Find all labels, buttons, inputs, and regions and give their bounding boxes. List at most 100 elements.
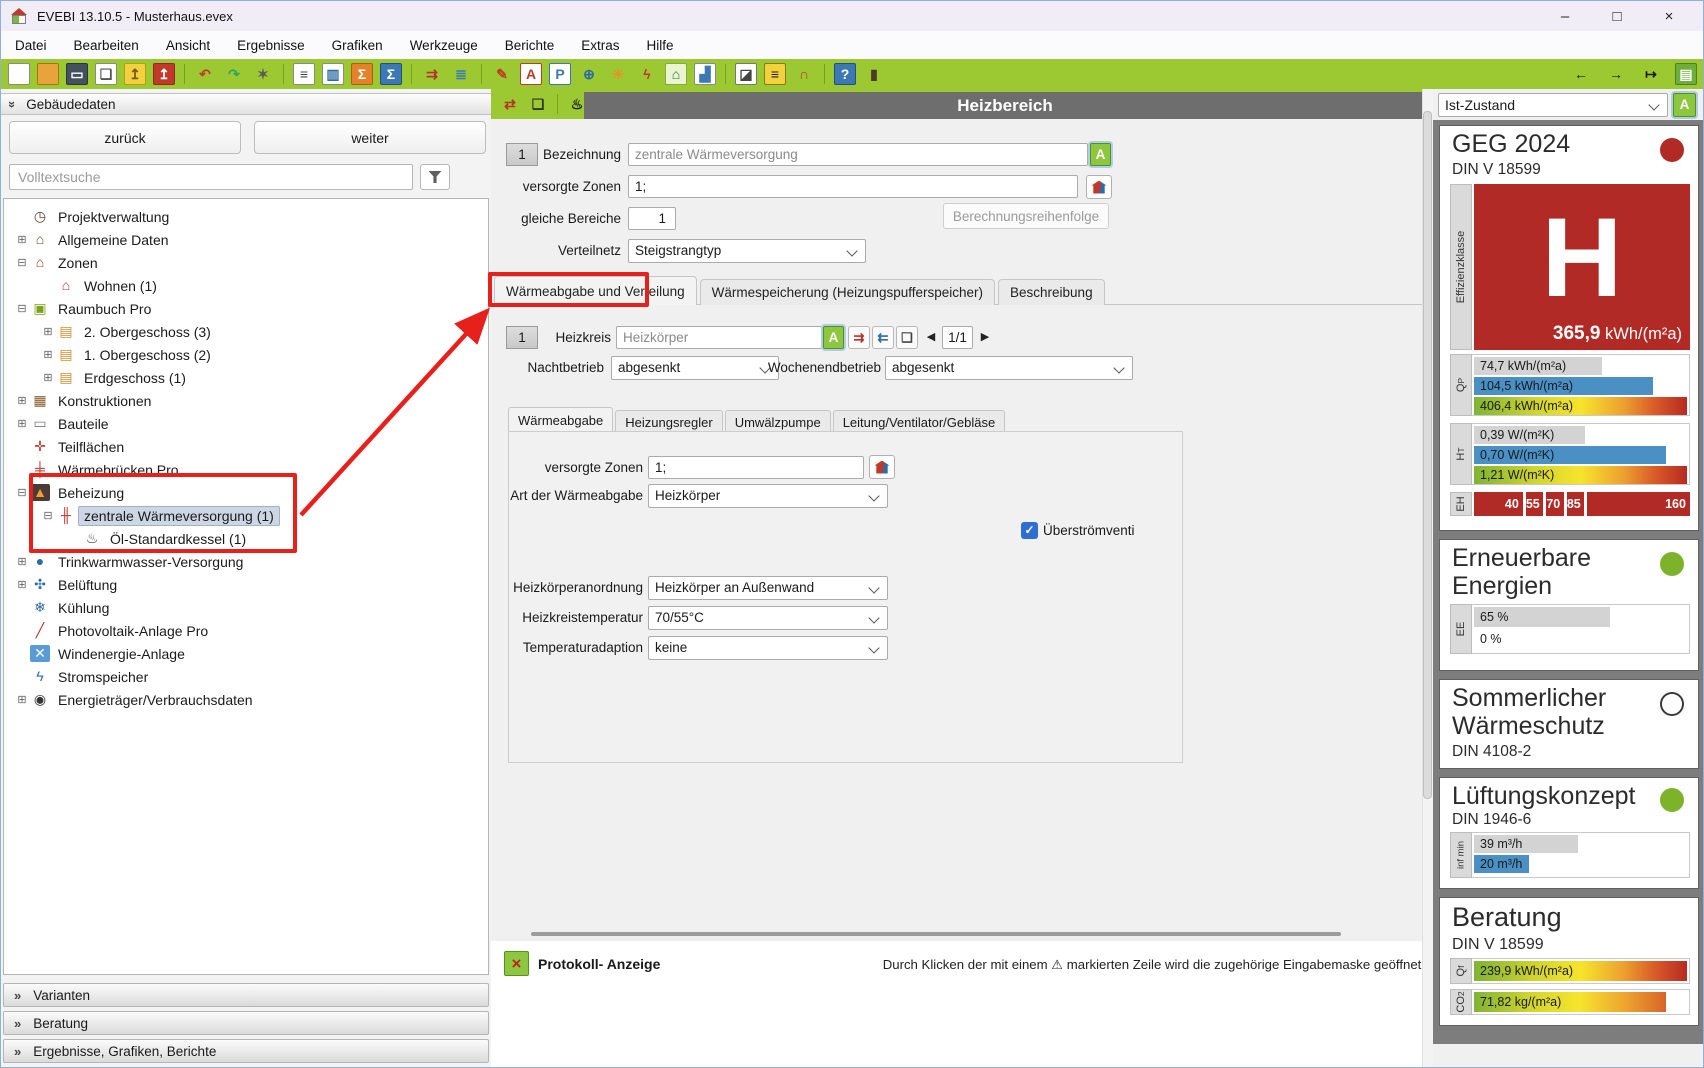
tab[interactable]: Beschreibung: [998, 279, 1105, 305]
tree-expander-icon[interactable]: ⊞: [40, 348, 56, 361]
sun-icon[interactable]: ☀: [607, 63, 629, 85]
tree-item-label[interactable]: Windenergie-Anlage: [52, 644, 191, 664]
menu-item[interactable]: Grafiken: [332, 38, 383, 53]
open-folder-icon[interactable]: [37, 63, 59, 85]
ueberstroemventil-checkbox[interactable]: ✓: [1021, 522, 1038, 539]
collapsed-panel[interactable]: » Varianten: [3, 983, 489, 1007]
tree-item[interactable]: ⊟ ▲ Beheizung: [4, 481, 488, 504]
filter-button[interactable]: [420, 164, 450, 190]
globe-icon[interactable]: ⊕: [578, 63, 600, 85]
separator[interactable]: [824, 64, 825, 84]
tree-item[interactable]: ⊞ ▦ Konstruktionen: [4, 389, 488, 412]
verteilnetz-select[interactable]: Steigstrangtyp: [628, 239, 866, 263]
tree-item[interactable]: ⊞ ● Trinkwarmwasser-Versorgung: [4, 550, 488, 573]
tree-item[interactable]: ╱ Photovoltaik-Anlage Pro: [4, 619, 488, 642]
sum-orange-icon[interactable]: Σ: [351, 63, 373, 85]
tree-item[interactable]: ♨ Öl-Standardkessel (1): [4, 527, 488, 550]
separator[interactable]: [411, 64, 412, 84]
versorgte-zonen-input[interactable]: 1;: [648, 456, 864, 479]
tree-item[interactable]: ⊞ ▭ Bauteile: [4, 412, 488, 435]
tree-expander-icon[interactable]: ⊞: [14, 578, 30, 591]
marker-icon[interactable]: ✎: [491, 63, 513, 85]
house-euro-icon[interactable]: ⌂: [665, 63, 687, 85]
duplicate-icon[interactable]: ❏: [527, 93, 549, 115]
tree-item-label[interactable]: Allgemeine Daten: [52, 230, 175, 250]
tree-item[interactable]: ⊞ ✣ Belüftung: [4, 573, 488, 596]
auto-state-button[interactable]: A: [1673, 93, 1696, 117]
menu-item[interactable]: Bearbeiten: [74, 38, 139, 53]
fulltext-search-input[interactable]: [9, 164, 413, 190]
tree-item-label[interactable]: Zonen: [52, 253, 104, 273]
menu-item[interactable]: Ergebnisse: [237, 38, 305, 53]
tree-item-label[interactable]: Bauteile: [52, 414, 115, 434]
detach-icon[interactable]: ⇄: [499, 93, 521, 115]
tree-item[interactable]: ⊞ ▤ 1. Obergeschoss (2): [4, 343, 488, 366]
auto-name-button[interactable]: A: [1090, 143, 1111, 166]
back-icon[interactable]: ←: [1570, 63, 1592, 85]
lightning-icon[interactable]: ϟ: [636, 63, 658, 85]
tree-item-label[interactable]: 2. Obergeschoss (3): [78, 322, 217, 342]
gleiche-bereiche-input[interactable]: 1: [628, 207, 676, 230]
separator[interactable]: [283, 64, 284, 84]
tree-expander-icon[interactable]: ⊟: [40, 509, 56, 522]
tree-expander-icon[interactable]: ⊞: [14, 394, 30, 407]
tree-item[interactable]: ╪ Wärmebrücken Pro: [4, 458, 488, 481]
insert-heizkreis-button[interactable]: ⇇: [872, 326, 894, 349]
heizkreistemperatur-select[interactable]: 70/55°C: [648, 606, 888, 630]
help-icon[interactable]: ?: [834, 63, 856, 85]
forward-icon[interactable]: →: [1605, 63, 1627, 85]
sidebar-header[interactable]: » Gebäudedaten: [1, 93, 491, 115]
maximize-button[interactable]: □: [1591, 1, 1643, 31]
tree-expander-icon[interactable]: ⊟: [14, 256, 30, 269]
tree-item[interactable]: ⊟ ╫ zentrale Wärmeversorgung (1): [4, 504, 488, 527]
add-heizkreis-button[interactable]: ⇉: [848, 326, 870, 349]
zone-picker-button[interactable]: [1086, 175, 1112, 199]
subtab[interactable]: Wärmeabgabe: [508, 407, 613, 433]
letter-a-icon[interactable]: A: [520, 63, 542, 85]
tree-item[interactable]: ⊞ ▤ Erdgeschoss (1): [4, 366, 488, 389]
pager-prev-button[interactable]: ◀: [922, 326, 940, 349]
letter-p-icon[interactable]: P: [549, 63, 571, 85]
tree-item-label[interactable]: Photovoltaik-Anlage Pro: [52, 621, 214, 641]
menu-item[interactable]: Datei: [15, 38, 47, 53]
undo-icon[interactable]: ↶: [194, 63, 216, 85]
subtab[interactable]: Leitung/Ventilator/Gebläse: [833, 410, 1006, 433]
tree-expander-icon[interactable]: ⊟: [14, 486, 30, 499]
outline-icon[interactable]: ≣: [450, 63, 472, 85]
state-select[interactable]: Ist-Zustand: [1438, 93, 1668, 117]
wochenendbetrieb-select[interactable]: abgesenkt: [885, 356, 1133, 380]
heizkoerperanordnung-select[interactable]: Heizkörper an Außenwand: [648, 576, 888, 600]
menu-item[interactable]: Berichte: [505, 38, 555, 53]
tree-item-label[interactable]: Stromspeicher: [52, 667, 154, 687]
heizkreis-input[interactable]: Heizkörper: [616, 326, 822, 349]
tab[interactable]: Wärmespeicherung (Heizungspufferspeicher…: [700, 279, 995, 305]
tree-item[interactable]: ◷ Projektverwaltung: [4, 205, 488, 228]
curve-icon[interactable]: ∩: [793, 63, 815, 85]
copy-icon[interactable]: ❏: [95, 63, 117, 85]
tree-item-label[interactable]: Wärmebrücken Pro: [52, 460, 185, 480]
tree-expander-icon[interactable]: ⊞: [40, 371, 56, 384]
tree-item-label[interactable]: Beheizung: [52, 483, 130, 503]
new-file-icon[interactable]: [8, 63, 30, 85]
monitor-chart-icon[interactable]: ◪: [735, 63, 757, 85]
separator[interactable]: [481, 64, 482, 84]
tree-item[interactable]: ⊞ ◉ Energieträger/Verbrauchsdaten: [4, 688, 488, 711]
protocol-close-button[interactable]: ×: [504, 951, 529, 976]
tree-item[interactable]: ✛ Teilflächen: [4, 435, 488, 458]
tree-item-label[interactable]: Belüftung: [52, 575, 123, 595]
copy-heizkreis-button[interactable]: ❏: [896, 326, 918, 349]
tree-expander-icon[interactable]: ⊞: [40, 325, 56, 338]
table-icon[interactable]: ▥: [322, 63, 344, 85]
separator[interactable]: [557, 94, 558, 114]
tree-item-label[interactable]: Wohnen (1): [78, 276, 163, 296]
tree-item[interactable]: ✕ Windenergie-Anlage: [4, 642, 488, 665]
zone-picker-button[interactable]: [869, 455, 895, 479]
tree-item-label[interactable]: Kühlung: [52, 598, 115, 618]
separator[interactable]: [725, 64, 726, 84]
collapsed-panel[interactable]: » Ergebnisse, Grafiken, Berichte: [3, 1039, 489, 1063]
tab[interactable]: Wärmeabgabe und Verteilung: [494, 276, 697, 305]
collapsed-panel[interactable]: » Beratung: [3, 1011, 489, 1035]
tree-item[interactable]: ❄ Kühlung: [4, 596, 488, 619]
minimize-button[interactable]: –: [1539, 1, 1591, 31]
pager-next-button[interactable]: ▶: [976, 326, 994, 349]
